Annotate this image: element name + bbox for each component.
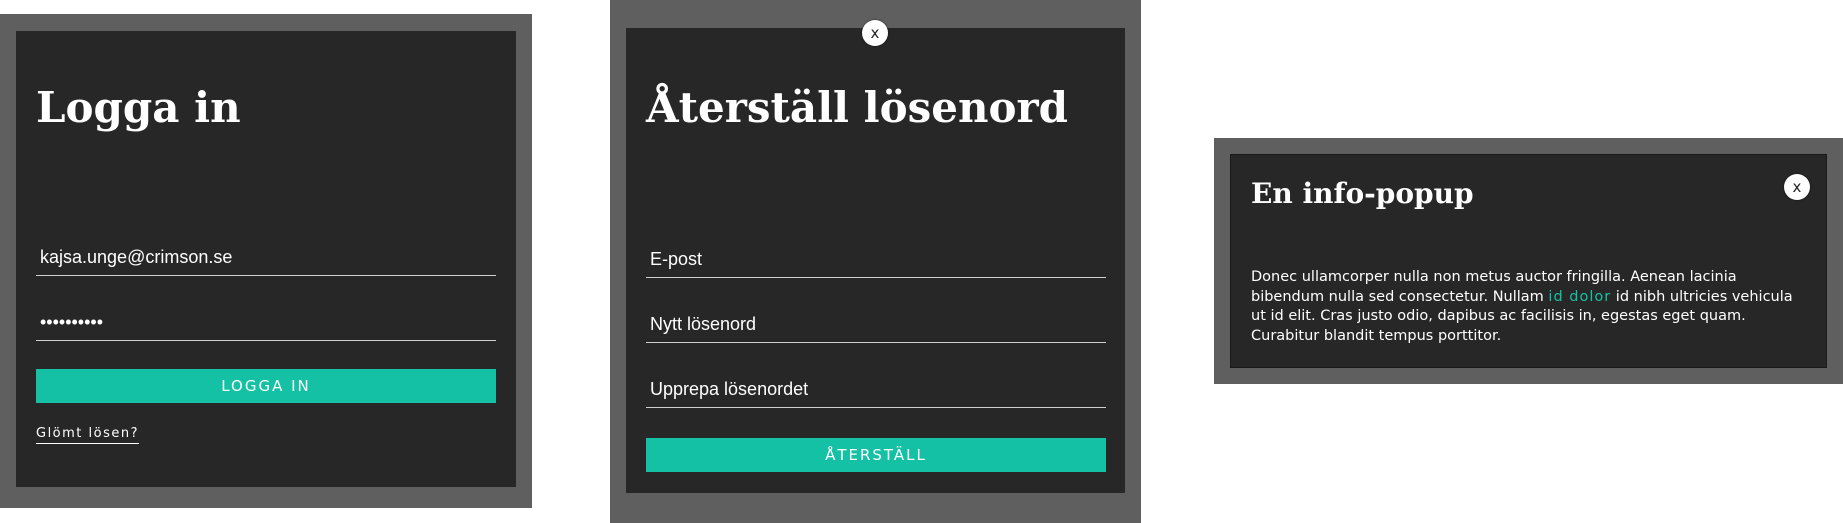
reset-new-password-input[interactable] — [646, 313, 1106, 335]
reset-modal: Återställ lösenord ÅTERSTÄLL — [626, 28, 1125, 493]
reset-modal-frame: Återställ lösenord ÅTERSTÄLL x — [610, 0, 1141, 523]
reset-repeat-password-input[interactable] — [646, 378, 1106, 400]
login-modal: Logga in LOGGA IN Glömt lösen? — [16, 31, 516, 487]
reset-email-input[interactable] — [646, 248, 1106, 270]
info-close-button[interactable]: x — [1784, 174, 1810, 200]
reset-new-password-field-wrap — [646, 306, 1106, 343]
login-modal-frame: Logga in LOGGA IN Glömt lösen? — [0, 14, 532, 508]
login-email-field-wrap — [36, 239, 496, 276]
info-popup: En info-popup x Donec ullamcorper nulla … — [1230, 154, 1827, 368]
info-popup-frame: En info-popup x Donec ullamcorper nulla … — [1214, 138, 1843, 384]
reset-repeat-password-field-wrap — [646, 371, 1106, 408]
close-icon: x — [870, 23, 880, 42]
login-title: Logga in — [36, 83, 241, 132]
close-icon: x — [1792, 177, 1802, 196]
forgot-password-link[interactable]: Glömt lösen? — [36, 426, 140, 444]
info-title: En info-popup — [1251, 177, 1474, 210]
reset-submit-button[interactable]: ÅTERSTÄLL — [646, 438, 1106, 472]
login-email-input[interactable] — [36, 246, 496, 268]
reset-title: Återställ lösenord — [646, 83, 1069, 132]
reset-email-field-wrap — [646, 241, 1106, 278]
login-submit-button[interactable]: LOGGA IN — [36, 369, 496, 403]
info-body-text: Donec ullamcorper nulla non metus auctor… — [1251, 268, 1799, 346]
info-inline-link[interactable]: id dolor — [1548, 289, 1611, 305]
login-password-field-wrap — [36, 304, 496, 341]
login-password-input[interactable] — [36, 311, 496, 333]
reset-close-button[interactable]: x — [862, 20, 888, 46]
